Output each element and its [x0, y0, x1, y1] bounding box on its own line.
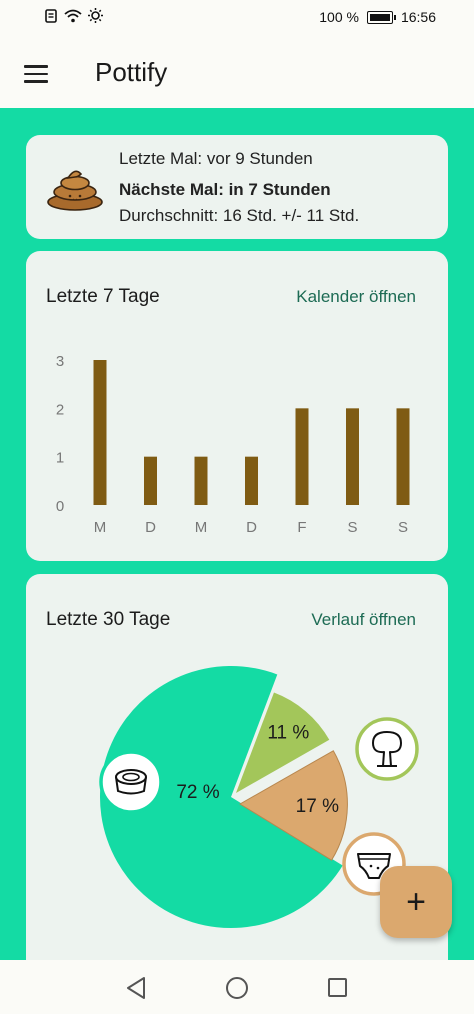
y-tick-label: 2 — [56, 401, 64, 418]
potty-icon — [99, 750, 163, 814]
bar[interactable] — [144, 456, 157, 505]
bar[interactable] — [194, 456, 208, 505]
add-entry-button[interactable]: + — [380, 866, 452, 938]
x-tick-label: S — [398, 519, 408, 536]
y-tick-label: 1 — [56, 450, 64, 467]
system-nav-bar — [0, 960, 474, 1014]
summary-card: Letzte Mal: vor 9 Stunden Nächste Mal: i… — [26, 135, 448, 239]
status-icons-right: 100 % 16:56 — [319, 9, 436, 25]
hamburger-menu-icon[interactable] — [24, 65, 48, 83]
week-bar-chart: 0 1 2 3 M D M D F S S — [56, 353, 410, 536]
status-icons-left — [44, 8, 103, 23]
bar[interactable] — [396, 408, 410, 505]
x-tick-label: D — [145, 519, 156, 536]
notification-icon — [45, 8, 57, 23]
x-tick-label: M — [94, 519, 107, 536]
recent-apps-icon[interactable] — [328, 978, 347, 997]
pie-slice-label: 11 % — [267, 723, 309, 744]
pie-slice-label: 72 % — [176, 782, 219, 803]
bar[interactable] — [295, 408, 309, 505]
bar[interactable] — [245, 456, 258, 505]
bar[interactable] — [93, 360, 107, 505]
clock: 16:56 — [400, 9, 436, 25]
bar[interactable] — [346, 408, 359, 505]
y-tick-label: 0 — [56, 498, 64, 515]
battery-percent: 100 % — [319, 9, 359, 25]
next-time-text: Nächste Mal: in 7 Stunden — [119, 180, 331, 199]
week-card: Letzte 7 Tage Kalender öffnen 0123MDMDFS… — [26, 251, 448, 561]
y-tick-label: 3 — [56, 353, 64, 370]
x-tick-label: D — [246, 519, 257, 536]
pie-slice-label: 17 % — [296, 796, 339, 817]
poop-icon — [47, 170, 103, 211]
status-bar: 100 % 16:56 — [0, 0, 474, 36]
app-title: Pottify — [95, 57, 168, 87]
home-icon[interactable] — [226, 977, 248, 999]
wifi-icon — [64, 9, 82, 22]
battery-icon — [366, 10, 396, 24]
average-text: Durchschnitt: 16 Std. +/- 11 Std. — [119, 206, 360, 225]
x-tick-label: M — [195, 519, 208, 536]
last-time-text: Letzte Mal: vor 9 Stunden — [119, 149, 313, 168]
app-bar: Pottify — [0, 36, 474, 108]
brightness-icon — [88, 8, 103, 23]
x-tick-label: F — [297, 519, 306, 536]
tree-icon — [355, 717, 419, 781]
back-icon[interactable] — [125, 976, 147, 1000]
x-tick-label: S — [347, 519, 357, 536]
